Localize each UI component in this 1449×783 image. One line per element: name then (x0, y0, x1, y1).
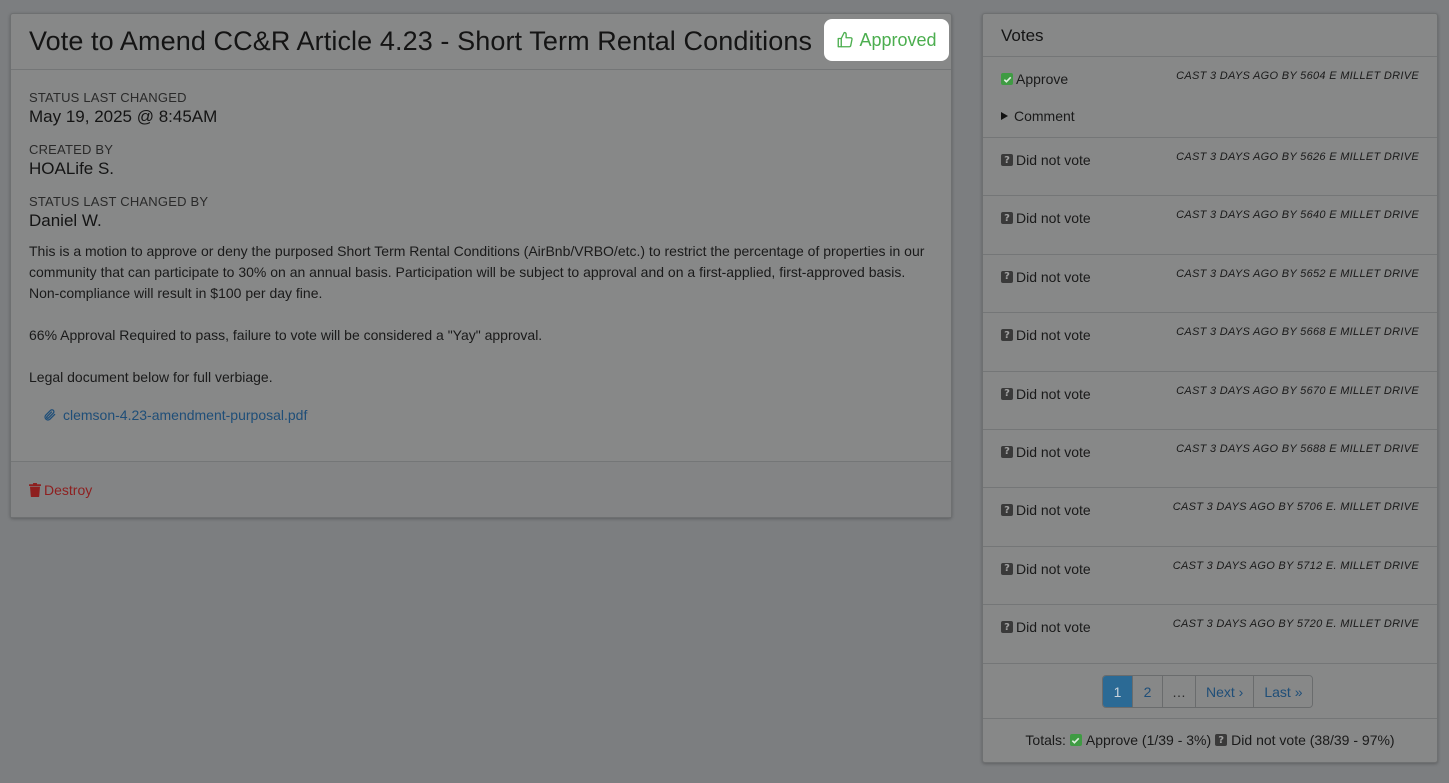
question-square-icon: ? (1001, 387, 1013, 400)
destroy-button[interactable]: Destroy (29, 482, 92, 498)
vote-row: ? Did not vote CAST 3 DAYS AGO BY 5652 E … (983, 255, 1437, 314)
vote-row: ? Did not vote CAST 3 DAYS AGO BY 5668 E … (983, 313, 1437, 372)
field-status-last-changed: STATUS LAST CHANGED May 19, 2025 @ 8:45A… (29, 90, 934, 127)
pagination-ellipsis: … (1163, 676, 1196, 707)
field-label: STATUS LAST CHANGED (29, 90, 187, 105)
field-value: Daniel W. (29, 211, 102, 230)
vote-row: Approve CAST 3 DAYS AGO BY 5604 E MILLET… (983, 57, 1437, 138)
totals-did-not-vote: Did not vote (38/39 - 97%) (1231, 732, 1395, 748)
check-square-icon (1001, 73, 1013, 85)
vote-totals: Totals: Approve (1/39 - 3%) ? Did not vo… (983, 732, 1437, 748)
next-page-button[interactable]: Next › (1196, 676, 1255, 707)
vote-cast-info: CAST 3 DAYS AGO BY 5604 E MILLET DRIVE (1176, 70, 1419, 82)
vote-cast-info: CAST 3 DAYS AGO BY 5640 E MILLET DRIVE (1176, 209, 1419, 222)
vote-cast-info: CAST 3 DAYS AGO BY 5688 E MILLET DRIVE (1176, 442, 1419, 455)
description-paragraph: Legal document below for full verbiage. (29, 369, 273, 385)
pagination: 1 2 … Next › Last » (1102, 675, 1314, 708)
totals-approve: Approve (1/39 - 3%) (1085, 732, 1212, 748)
vote-choice: ? Did not vote (1001, 210, 1091, 226)
pagination-area: 1 2 … Next › Last » (983, 663, 1437, 719)
vote-choice-label: Did not vote (1016, 560, 1091, 577)
vote-cast-info: CAST 3 DAYS AGO BY 5670 E MILLET DRIVE (1176, 384, 1419, 397)
motion-card: Vote to Amend CC&R Article 4.23 - Short … (10, 13, 952, 518)
motion-footer: Destroy (11, 461, 951, 517)
approved-status-button[interactable]: Approved (824, 19, 949, 61)
vote-choice-label: Did not vote (1016, 619, 1091, 636)
vote-cast-info: CAST 3 DAYS AGO BY 5712 E. MILLET DRIVE (1172, 559, 1419, 572)
field-label: CREATED BY (29, 142, 114, 157)
comment-label: Comment (1014, 108, 1075, 124)
destroy-label: Destroy (44, 482, 93, 498)
question-square-icon: ? (1001, 562, 1013, 575)
description-paragraph: 66% Approval Required to pass, failure t… (29, 327, 543, 343)
vote-choice: ? Did not vote (1001, 152, 1091, 168)
motion-details: STATUS LAST CHANGED May 19, 2025 @ 8:45A… (29, 90, 934, 423)
question-square-icon: ? (1001, 621, 1013, 634)
totals-prefix: Totals: (1025, 732, 1066, 748)
triangle-right-icon (1001, 112, 1008, 120)
page-1-button[interactable]: 1 (1103, 676, 1133, 707)
vote-choice-label: Did not vote (1016, 210, 1091, 227)
vote-choice: Approve (1001, 71, 1068, 87)
question-square-icon: ? (1001, 504, 1013, 517)
vote-choice-label: Did not vote (1016, 327, 1091, 344)
attachment-link[interactable]: clemson-4.23-amendment-purposal.pdf (43, 407, 934, 423)
vote-choice: ? Did not vote (1001, 561, 1091, 577)
field-value: HOALife S. (29, 159, 115, 178)
vote-cast-info: CAST 3 DAYS AGO BY 5652 E MILLET DRIVE (1176, 267, 1419, 280)
status-label: Approved (859, 29, 937, 50)
question-square-icon: ? (1001, 329, 1013, 342)
vote-cast-info: CAST 3 DAYS AGO BY 5720 E. MILLET DRIVE (1172, 618, 1419, 631)
thumbs-up-icon (838, 31, 854, 48)
question-square-icon: ? (1001, 154, 1013, 166)
field-value: May 19, 2025 @ 8:45AM (29, 107, 218, 126)
vote-row: ? Did not vote CAST 3 DAYS AGO BY 5688 E … (983, 430, 1437, 489)
vote-choice: ? Did not vote (1001, 327, 1091, 343)
vote-cast-info: CAST 3 DAYS AGO BY 5626 E MILLET DRIVE (1176, 151, 1419, 163)
vote-choice: ? Did not vote (1001, 269, 1091, 285)
vote-row: ? Did not vote CAST 3 DAYS AGO BY 5670 E … (983, 372, 1437, 430)
vote-choice-label: Did not vote (1016, 502, 1091, 519)
question-square-icon: ? (1001, 212, 1013, 225)
trash-icon (29, 483, 41, 497)
vote-choice-label: Did not vote (1016, 152, 1091, 168)
vote-row: ? Did not vote CAST 3 DAYS AGO BY 5640 E … (983, 196, 1437, 255)
paperclip-icon (44, 409, 56, 421)
question-square-icon: ? (1001, 270, 1013, 283)
check-square-icon (1069, 734, 1082, 746)
vote-choice-label: Approve (1016, 71, 1069, 87)
question-square-icon: ? (1215, 734, 1228, 746)
vote-choice: ? Did not vote (1001, 444, 1091, 460)
motion-description: This is a motion to approve or deny the … (29, 241, 934, 388)
motion-header: Vote to Amend CC&R Article 4.23 - Short … (11, 14, 951, 70)
vote-cast-info: CAST 3 DAYS AGO BY 5668 E MILLET DRIVE (1176, 326, 1419, 339)
vote-row: ? Did not vote CAST 3 DAYS AGO BY 5626 E … (983, 138, 1437, 197)
comment-toggle[interactable]: Comment (1001, 108, 1075, 124)
vote-choice: ? Did not vote (1001, 619, 1091, 635)
vote-choice: ? Did not vote (1001, 502, 1091, 518)
vote-choice: ? Did not vote (1001, 386, 1091, 402)
vote-row: ? Did not vote CAST 3 DAYS AGO BY 5706 E.… (983, 488, 1437, 547)
field-created-by: CREATED BY HOALife S. (29, 142, 934, 179)
last-page-button[interactable]: Last » (1254, 676, 1313, 707)
attachment-filename: clemson-4.23-amendment-purposal.pdf (63, 407, 308, 423)
page-title: Vote to Amend CC&R Article 4.23 - Short … (29, 26, 813, 56)
field-status-changed-by: STATUS LAST CHANGED BY Daniel W. (29, 194, 934, 231)
page-2-button[interactable]: 2 (1133, 676, 1163, 707)
description-paragraph: This is a motion to approve or deny the … (29, 243, 925, 301)
field-label: STATUS LAST CHANGED BY (29, 194, 209, 209)
vote-row: ? Did not vote CAST 3 DAYS AGO BY 5712 E.… (983, 547, 1437, 606)
vote-cast-info: CAST 3 DAYS AGO BY 5706 E. MILLET DRIVE (1172, 501, 1419, 514)
vote-choice-label: Did not vote (1016, 443, 1091, 460)
vote-row: ? Did not vote CAST 3 DAYS AGO BY 5720 E.… (983, 605, 1437, 663)
votes-title: Votes (983, 14, 1437, 57)
vote-choice-label: Did not vote (1016, 268, 1091, 285)
vote-choice-label: Did not vote (1016, 385, 1091, 402)
question-square-icon: ? (1001, 445, 1013, 458)
votes-panel: Votes Approve CAST 3 DAYS AGO BY 5604 E … (982, 13, 1438, 763)
